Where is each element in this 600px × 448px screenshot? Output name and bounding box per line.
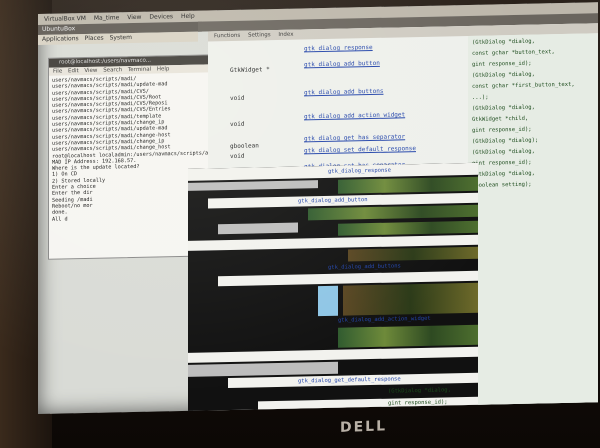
guest-menu-places[interactable]: Places xyxy=(85,35,104,42)
doc-function-link[interactable]: gtk_dialog_add_button xyxy=(304,60,380,69)
glitch-band xyxy=(188,346,478,363)
glitch-band xyxy=(318,285,338,317)
glitch-band xyxy=(218,222,298,235)
doc-return-type: gboolean xyxy=(230,142,259,150)
doc-signature-line: (GtkDialog *dialog, xyxy=(472,104,535,112)
terminal-menu-edit[interactable]: Edit xyxy=(68,68,79,74)
host-menu-item[interactable]: Devices xyxy=(149,13,173,20)
doc-function-link[interactable]: gtk_dialog_add_buttons xyxy=(304,88,383,97)
doc-signature-line: gint response_id); xyxy=(472,60,532,68)
glitch-band xyxy=(338,324,478,348)
doc-tab[interactable]: Index xyxy=(278,32,293,38)
glitch-text: (GtkDialog *dialog, xyxy=(388,387,451,395)
terminal-menu-help[interactable]: Help xyxy=(157,66,170,72)
monitor-screen: VirtualBox VM Ma_time View Devices Help … xyxy=(38,2,598,414)
guest-top-panel: Applications Places System xyxy=(38,31,198,45)
dell-logo: DELL xyxy=(340,418,388,436)
doc-tab[interactable]: Functions xyxy=(214,33,240,40)
doc-signature-line: GtkWidget *child, xyxy=(472,115,529,123)
glitch-band xyxy=(338,220,478,236)
doc-signature-line: (GtkDialog *dialog); xyxy=(472,137,539,145)
guest-menu-applications[interactable]: Applications xyxy=(42,35,79,43)
doc-return-type: void xyxy=(230,94,245,102)
glitch-band xyxy=(343,282,478,316)
doc-signature-line: (GtkDialog *dialog, xyxy=(472,71,535,79)
host-menu-item[interactable]: VirtualBox VM xyxy=(44,15,86,23)
doc-signature-line: gint response_id); xyxy=(472,126,532,134)
doc-function-link[interactable]: gtk_dialog_get_has_separator xyxy=(304,133,405,142)
doc-signatures-column: (GtkDialog *dialog, const gchar *button_t… xyxy=(468,33,598,406)
terminal-menu-file[interactable]: File xyxy=(53,68,62,74)
doc-function-link[interactable]: gtk_dialog_set_default_response xyxy=(304,145,416,154)
host-menu-item[interactable]: Help xyxy=(181,13,195,20)
glitch-band xyxy=(348,246,478,262)
doc-signature-line: ...); xyxy=(472,94,489,101)
glitched-window-overlay: gtk_dialog_response gtk_dialog_add_butto… xyxy=(188,162,478,414)
doc-function-link[interactable]: gtk_dialog_add_action_widget xyxy=(304,111,405,120)
glitch-text: gint response_id); xyxy=(388,399,448,407)
doc-tab[interactable]: Settings xyxy=(248,32,271,38)
doc-signature-line: gint response_id); xyxy=(472,159,532,167)
glitch-band xyxy=(308,204,478,221)
doc-signature-line: const gchar *button_text, xyxy=(472,49,555,57)
doc-return-type: void xyxy=(230,120,245,128)
glitch-link[interactable]: gtk_dialog_add_buttons xyxy=(328,263,401,271)
terminal-output[interactable]: users/navmacs/scripts/madi/users/navmacs… xyxy=(49,72,233,224)
terminal-window[interactable]: root@localhost:/users/navmaco... File Ed… xyxy=(48,54,233,260)
doc-signature-line: (GtkDialog *dialog, xyxy=(472,148,535,156)
terminal-menu-terminal[interactable]: Terminal xyxy=(128,67,151,73)
glitch-band xyxy=(188,361,338,377)
glitch-band xyxy=(188,180,318,191)
doc-signature-line: (GtkDialog *dialog, xyxy=(472,170,535,178)
guest-menu-system[interactable]: System xyxy=(110,34,132,41)
doc-function-link[interactable]: gtk_dialog_response xyxy=(304,44,373,52)
glitch-link[interactable]: gtk_dialog_add_action_widget xyxy=(338,316,431,324)
doc-return-type: void xyxy=(230,152,245,160)
doc-signature-line: (GtkDialog *dialog, xyxy=(472,38,535,46)
terminal-menu-search[interactable]: Search xyxy=(103,67,122,73)
glitch-band xyxy=(338,176,478,194)
terminal-menu-view[interactable]: View xyxy=(84,68,97,74)
doc-signature-line: gboolean setting); xyxy=(472,181,532,189)
doc-signature-line: const gchar *first_button_text, xyxy=(472,81,575,90)
host-menu-item[interactable]: Ma_time xyxy=(94,14,119,22)
doc-return-type: GtkWidget * xyxy=(230,66,270,74)
host-menu-item[interactable]: View xyxy=(127,14,141,21)
